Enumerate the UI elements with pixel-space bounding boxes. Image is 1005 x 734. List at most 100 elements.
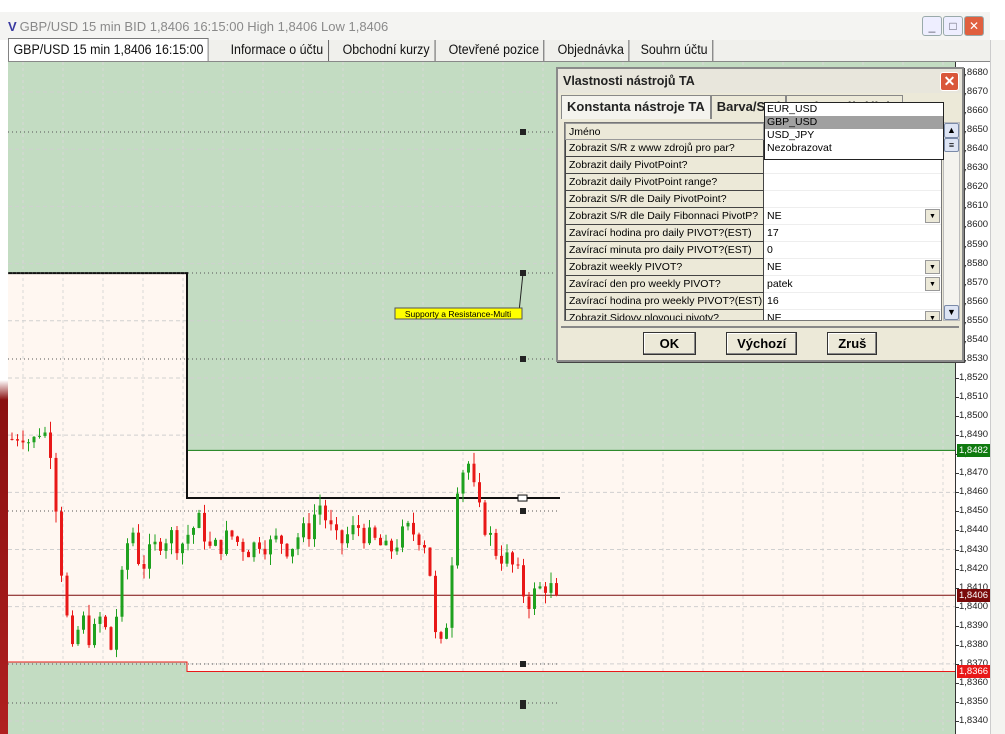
candle-body [527,596,531,609]
title-bar: V GBP/USD 15 min BID 1,8406 16:15:00 Hig… [0,12,990,40]
candle-body [225,530,228,554]
candle-body [16,439,19,441]
candle-body [126,543,129,570]
candle-body [247,551,250,558]
tab-1[interactable]: Informace o účtu [226,40,330,61]
candle-body [505,552,509,564]
dialog-close-button[interactable]: ✕ [940,72,959,91]
candle-body [153,541,157,545]
dropdown-option[interactable]: USD_JPY [765,129,943,142]
property-row[interactable]: Zobrazit weekly PIVOT? NE ▼ [565,259,941,276]
axis-tick: 1,8390 [954,620,988,631]
candle-body [49,432,52,458]
close-button[interactable]: ✕ [964,16,984,36]
tab-3[interactable]: Otevřené pozice [444,40,545,61]
candle-body [87,615,91,646]
dialog-tab-0[interactable]: Konstanta nástroje TA [561,95,711,119]
candle-body [500,555,503,564]
property-value[interactable]: NE ▼ [764,208,941,225]
candle-body [43,432,47,436]
ok-button[interactable]: OK [642,331,697,355]
candle-body [296,537,300,549]
property-value-text: patek [767,278,793,290]
axis-tick: 1,8500 [954,411,988,421]
right-scrollbar[interactable] [990,40,1005,734]
support-label: 1,8366 [957,665,990,679]
property-value-text: NE [767,312,782,321]
minimize-button[interactable]: _ [922,16,942,36]
scroll-up-icon[interactable]: ▲ [944,123,959,138]
scroll-thumb[interactable]: ≡ [944,138,959,152]
candle-body [357,525,360,528]
property-row[interactable]: Zavírací hodina pro daily PIVOT?(EST) 17 [565,225,941,242]
property-row[interactable]: Zobrazit Sidovy plovouci pivoty? NE ▼ [565,310,941,321]
ta-properties-dialog: Vlastnosti nástrojů TA ✕ Konstanta nástr… [556,67,964,362]
property-row[interactable]: Zavírací den pro weekly PIVOT? patek ▼ [565,276,941,293]
dropdown-arrow-icon[interactable]: ▼ [925,277,940,291]
candle-body [362,527,366,544]
candle-body [93,623,96,646]
candle-body [324,505,327,521]
scroll-down-icon[interactable]: ▼ [944,305,959,320]
candle-body [38,435,41,437]
tab-0[interactable]: GBP/USD 15 min 1,8406 16:15:00 [8,38,209,61]
property-value[interactable]: 0 [764,242,941,259]
candle-body [428,547,432,576]
candle-body [384,540,388,546]
candle-body [472,463,476,483]
grid-scrollbar[interactable]: ▲ ≡ ▼ [943,122,960,321]
candle-body [258,542,261,549]
candle-body [461,472,465,494]
candle-body [159,541,162,551]
cancel-button[interactable]: Zruš [827,331,878,355]
property-name: Zavírací minuta pro daily PIVOT?(EST) [565,242,764,259]
dropdown-arrow-icon[interactable]: ▼ [925,209,940,223]
property-value[interactable] [764,191,941,208]
dropdown-arrow-icon[interactable]: ▼ [925,311,940,320]
axis-tick: 1,8520 [954,372,988,383]
candle-body [164,543,168,551]
property-value[interactable]: patek ▼ [764,276,941,293]
candle-body [379,537,382,546]
property-row[interactable]: Zobrazit S/R dle Daily Fibonnaci PivotP?… [565,208,941,225]
dropdown-option[interactable]: Nezobrazovat [765,142,943,155]
candle-body [307,523,311,540]
maximize-button[interactable]: □ [943,16,963,36]
property-row[interactable]: Zavírací minuta pro daily PIVOT?(EST) 0 [565,242,941,259]
property-value[interactable]: NE ▼ [764,259,941,276]
candle-body [76,629,80,645]
candle-body [351,525,355,535]
property-row[interactable]: Zavírací hodina pro weekly PIVOT?(EST) 16 [565,293,941,310]
axis-tick: 1,8460 [954,487,988,497]
property-row[interactable]: Zobrazit S/R dle Daily PivotPoint? [565,191,941,208]
axis-tick: 1,8490 [954,430,988,440]
tab-4[interactable]: Objednávka [553,40,630,61]
main-tabs: GBP/USD 15 min 1,8406 16:15:00 Informace … [8,38,990,62]
tab-5[interactable]: Souhrn účtu [636,40,713,61]
dropdown-arrow-icon[interactable]: ▼ [925,260,940,274]
property-value-text: 16 [767,295,779,307]
property-name: Zavírací den pro weekly PIVOT? [565,276,764,293]
candle-body [236,536,239,542]
candle-body [241,541,245,552]
property-value[interactable]: 16 [764,293,941,310]
tab-2[interactable]: Obchodní kurzy [338,40,436,61]
dropdown-option[interactable]: EUR_USD [765,103,943,116]
property-value-text: 17 [767,227,779,239]
candle-body [186,534,190,544]
candle-body [65,575,69,616]
property-value[interactable]: NE ▼ [764,310,941,321]
candle-body [60,511,63,576]
candle-body [373,527,377,538]
drag-handle [517,494,528,502]
candle-body [494,532,498,556]
property-row[interactable]: Zobrazit daily PivotPoint range? [565,174,941,191]
axis-tick: 1,8360 [954,677,988,688]
candle-body [219,539,223,554]
dropdown-option[interactable]: GBP_USD [765,116,943,129]
candle-body [98,616,102,624]
property-value[interactable]: 17 [764,225,941,242]
default-button[interactable]: Výchozí [726,331,798,355]
candle-body [109,627,113,650]
property-value[interactable] [764,174,941,191]
